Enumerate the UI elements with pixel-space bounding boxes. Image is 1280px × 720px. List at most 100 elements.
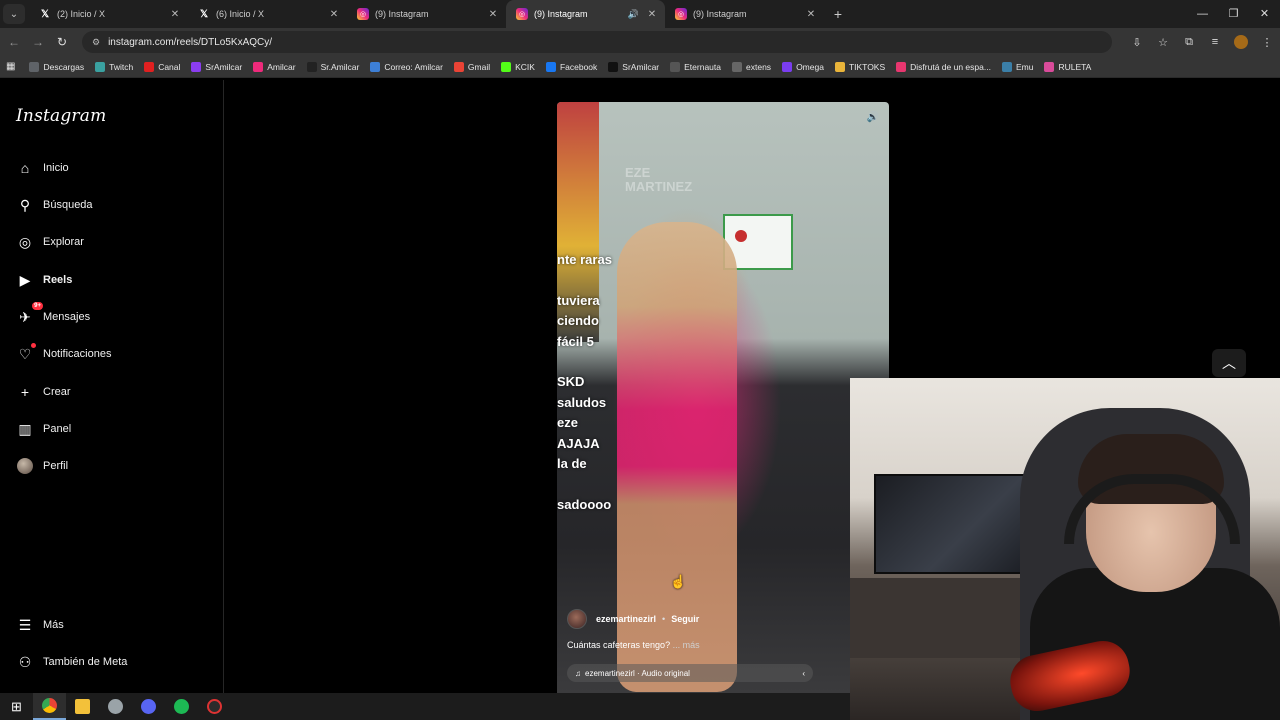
previous-reel-button[interactable]: ︿ xyxy=(1212,349,1246,377)
browser-tab[interactable]: ◎ (9) Instagram ✕ xyxy=(665,0,824,28)
bookmark-item[interactable]: Eternauta xyxy=(670,61,721,72)
menu-kebab-icon[interactable]: ⋮ xyxy=(1254,36,1280,49)
browser-tab[interactable]: ◎ (9) Instagram ✕ xyxy=(347,0,506,28)
tab-close-icon[interactable]: ✕ xyxy=(486,9,500,20)
close-window-icon[interactable]: ✕ xyxy=(1249,0,1280,28)
file-explorer-icon[interactable] xyxy=(66,693,99,720)
extensions-icon[interactable]: ⧉ xyxy=(1176,36,1202,49)
tab-close-icon[interactable]: ✕ xyxy=(168,9,182,20)
overlay-line: AJAJA xyxy=(557,435,600,451)
instagram-icon: ◎ xyxy=(675,8,687,20)
bookmark-item[interactable]: extens xyxy=(732,61,771,72)
bookmark-item[interactable]: TIKTOKS xyxy=(834,61,885,72)
instagram-icon: ◎ xyxy=(516,8,528,20)
tab-audio-icon[interactable]: 🔊 xyxy=(628,9,639,20)
bookmark-item[interactable]: RULETA xyxy=(1044,61,1091,72)
bookmark-item[interactable]: Emu xyxy=(1001,61,1033,72)
browser-toolbar: ← → ↻ ⚙ instagram.com/reels/DTLo5KxAQCy/… xyxy=(0,28,1280,56)
x-logo-icon: 𝕏 xyxy=(40,8,50,20)
sidebar-item-profile-avatar[interactable]: Perfil xyxy=(16,454,68,478)
new-tab-button[interactable]: + xyxy=(828,6,848,22)
reel-audio-pill[interactable]: ♫ ezemartinezirl · Audio original ‹ xyxy=(567,664,813,682)
home-icon: ⌂ xyxy=(20,160,30,176)
sidebar-item-heart[interactable]: ♡ Notificaciones xyxy=(16,342,111,366)
instagram-logo[interactable]: Instagram xyxy=(16,106,106,126)
apps-grid-icon[interactable]: ▦ xyxy=(6,61,15,72)
window-controls: — ❐ ✕ xyxy=(1187,0,1280,28)
bookmark-item[interactable]: Disfrutá de un espa... xyxy=(896,61,991,72)
minimize-icon[interactable]: — xyxy=(1187,0,1218,28)
back-icon[interactable]: ← xyxy=(2,35,26,49)
bookmark-item[interactable]: Canal xyxy=(144,61,180,72)
sidebar-item-home[interactable]: ⌂ Inicio xyxy=(16,156,69,180)
forward-icon[interactable]: → xyxy=(26,35,50,49)
bookmark-item[interactable]: Descargas xyxy=(29,61,84,72)
windows-start-icon[interactable]: ⊞ xyxy=(0,693,33,720)
bookmark-item[interactable]: KCIK xyxy=(501,61,535,72)
media-controls-icon[interactable]: ≡ xyxy=(1202,36,1228,48)
browser-tab[interactable]: 𝕏 (6) Inicio / X ✕ xyxy=(188,0,347,28)
overlay-line xyxy=(557,270,612,290)
sidebar-item-compass[interactable]: ◎ Explorar xyxy=(16,230,84,254)
restore-icon[interactable]: ❐ xyxy=(1218,0,1249,28)
sidebar-item-label: También de Meta xyxy=(43,656,128,668)
app-taskbar-icon[interactable] xyxy=(99,693,132,720)
bookmark-item[interactable]: Sr.Amilcar xyxy=(306,61,359,72)
bookmark-item[interactable]: Amilcar xyxy=(253,61,296,72)
bookmark-item[interactable]: Facebook xyxy=(545,61,597,72)
sidebar-item-reels[interactable]: ▶ Reels xyxy=(16,268,73,292)
overlay-line: SKD xyxy=(557,374,585,390)
profile-avatar-icon[interactable] xyxy=(1234,35,1248,49)
bookmark-item[interactable]: Twitch xyxy=(95,61,134,72)
sidebar-item-search[interactable]: ⚲ Búsqueda xyxy=(16,193,93,217)
sidebar-item-meta[interactable]: ⚇ También de Meta xyxy=(16,650,128,674)
bookmark-favicon-icon xyxy=(782,61,793,72)
address-bar[interactable]: ⚙ instagram.com/reels/DTLo5KxAQCy/ xyxy=(82,31,1112,53)
caption-text: Cuántas cafeteras tengo? xyxy=(567,640,671,650)
volume-icon[interactable]: 🔊 xyxy=(867,112,879,123)
sidebar-item-more[interactable]: ☰ Más xyxy=(16,613,64,637)
sidebar-item-messenger[interactable]: ✈ 9+ Mensajes xyxy=(16,302,91,329)
site-info-icon[interactable]: ⚙ xyxy=(92,37,100,48)
reload-icon[interactable]: ↻ xyxy=(50,35,74,49)
author-avatar[interactable] xyxy=(567,609,587,629)
chrome-taskbar-icon[interactable] xyxy=(33,693,66,720)
obs-icon[interactable] xyxy=(198,693,231,720)
bookmark-star-icon[interactable]: ☆ xyxy=(1150,36,1176,49)
tab-close-icon[interactable]: ✕ xyxy=(804,9,818,20)
plus-icon: + xyxy=(20,384,30,400)
sidebar-item-dashboard[interactable]: ▥ Panel xyxy=(16,417,71,441)
sidebar-item-label: Panel xyxy=(43,423,72,435)
instagram-icon: ◎ xyxy=(357,8,369,20)
chevron-up-icon: ︿ xyxy=(1222,355,1236,371)
discord-icon[interactable] xyxy=(132,693,165,720)
browser-tab[interactable]: 𝕏 (2) Inicio / X ✕ xyxy=(29,0,188,28)
tab-search-button[interactable]: ⌄ xyxy=(3,4,25,24)
bookmark-label: KCIK xyxy=(515,61,535,72)
bookmark-item[interactable]: SrAmilcar xyxy=(608,61,659,72)
toolbar-actions: ⇩ ☆ ⧉ ≡ ⋮ xyxy=(1124,28,1280,56)
bookmark-item[interactable]: SrAmilcar xyxy=(191,61,242,72)
overlay-line: saludos xyxy=(557,394,607,410)
sidebar-item-plus[interactable]: + Crear xyxy=(16,380,71,404)
follow-button[interactable]: Seguir xyxy=(671,614,699,624)
browser-tab[interactable]: ◎ (9) Instagram 🔊 ✕ xyxy=(506,0,665,28)
author-username[interactable]: ezemartinezirl xyxy=(596,614,656,624)
heart-icon: ♡ xyxy=(16,343,36,363)
sidebar-item-label: Mensajes xyxy=(43,311,91,323)
messenger-icon: ✈ 9+ xyxy=(19,302,43,325)
bookmark-favicon-icon xyxy=(144,61,155,72)
sidebar-item-label: Reels xyxy=(43,274,73,286)
bookmark-label: Twitch xyxy=(109,61,134,72)
bookmark-item[interactable]: Correo: Amilcar xyxy=(370,61,443,72)
spotify-icon[interactable] xyxy=(165,693,198,720)
bookmark-item[interactable]: Gmail xyxy=(453,61,490,72)
bookmark-item[interactable]: Omega xyxy=(782,61,824,72)
install-app-icon[interactable]: ⇩ xyxy=(1124,36,1150,49)
reel-video[interactable]: EZE MARTINEZ nte raras tuviera ciendo fácil… xyxy=(557,102,889,693)
overlay-line: nte raras xyxy=(557,252,612,267)
bookmark-favicon-icon xyxy=(608,61,619,72)
caption-more-link[interactable]: ... más xyxy=(673,640,700,650)
tab-close-icon[interactable]: ✕ xyxy=(327,9,341,20)
tab-close-icon[interactable]: ✕ xyxy=(645,9,659,20)
